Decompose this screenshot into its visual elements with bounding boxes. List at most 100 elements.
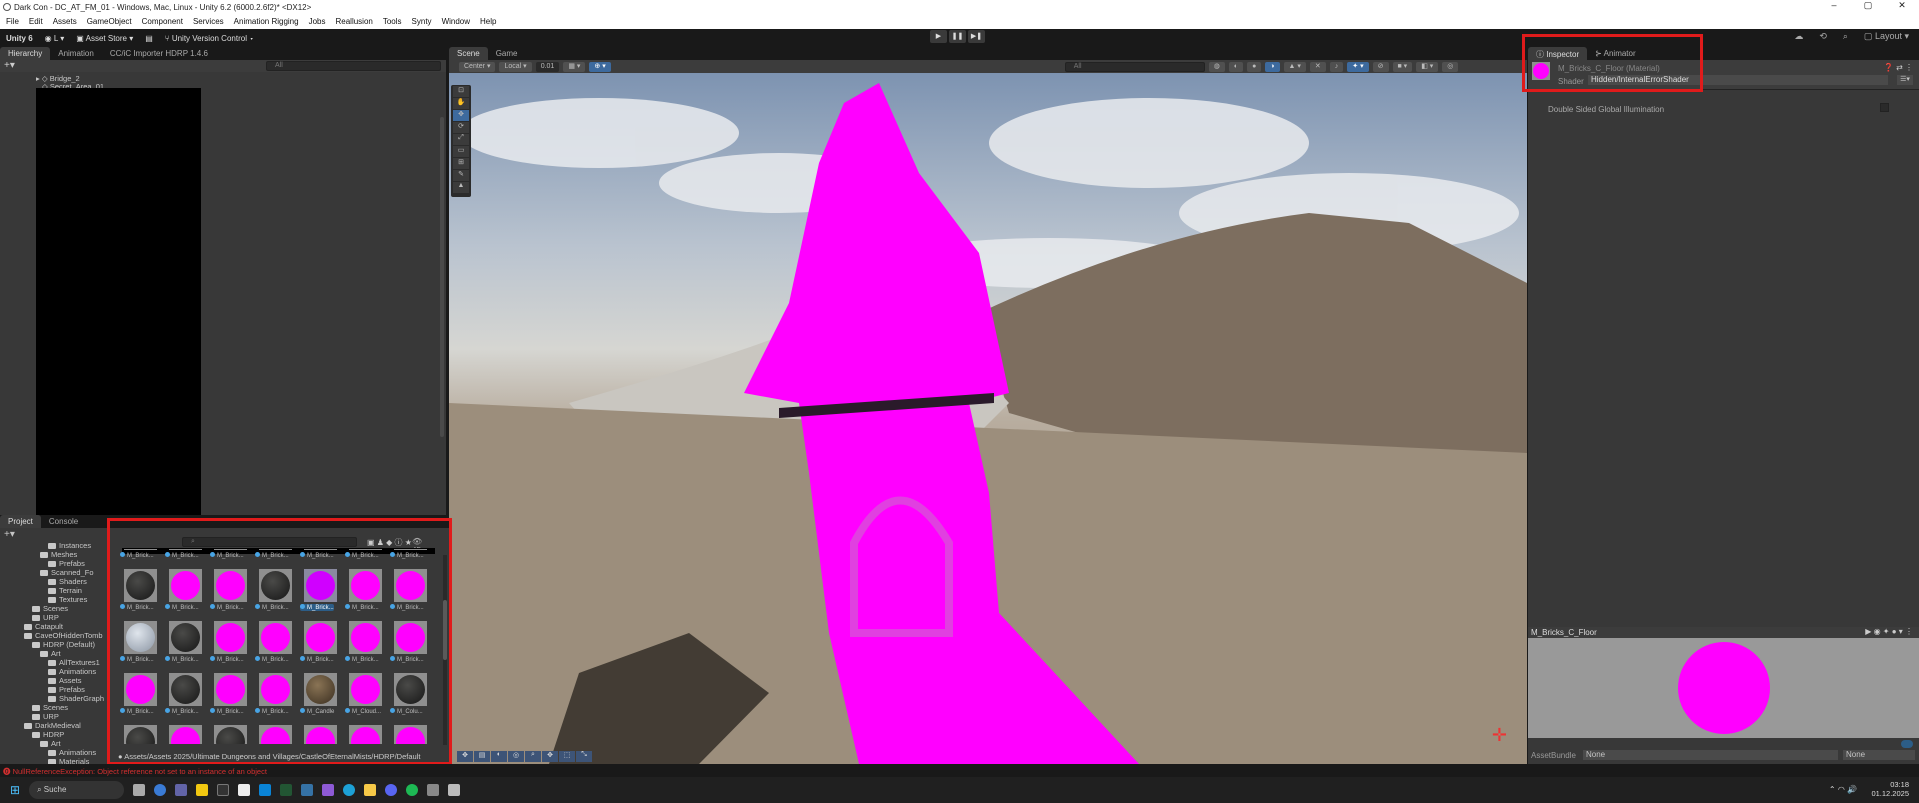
rotate-tool[interactable]: ⟳ [453, 122, 469, 133]
menu-item[interactable]: Services [193, 17, 224, 27]
overlay-tool[interactable]: ◐ [491, 751, 507, 762]
windows-start-icon[interactable]: ⊞ [10, 783, 20, 797]
discord-icon[interactable] [385, 784, 398, 796]
menu-item[interactable]: Reallusion [336, 17, 373, 27]
effects-dropdown[interactable]: ✦ ▾ [1347, 61, 1369, 72]
scale-tool[interactable]: ⤢ [453, 134, 469, 145]
camera-dropdown[interactable]: ■ ▾ [1392, 61, 1413, 72]
tab-game[interactable]: Game [488, 47, 526, 60]
play-button[interactable]: ▶ [930, 30, 947, 43]
minimize-button[interactable]: – [1817, 0, 1851, 15]
lit-button[interactable]: ◑ [1265, 61, 1280, 72]
hierarchy-search[interactable]: All [266, 61, 441, 71]
move-tool[interactable]: ✥ [453, 110, 469, 121]
package-icon[interactable]: ▤ [145, 34, 153, 43]
gizmos-dropdown[interactable]: ◧ ▾ [1416, 61, 1439, 72]
tab-console[interactable]: Console [41, 515, 86, 528]
tray-icons[interactable]: ⌃ ◠ 🔊 [1829, 785, 1857, 794]
overlay-tool[interactable]: ▤ [474, 751, 490, 762]
shaded-wire-button[interactable]: ◐ [1228, 61, 1244, 72]
menu-item[interactable]: GameObject [87, 17, 132, 27]
tab-scene[interactable]: Scene [449, 47, 488, 60]
material-preview[interactable] [1528, 638, 1919, 738]
menu-item[interactable]: Assets [53, 17, 77, 27]
explorer-icon[interactable] [364, 784, 377, 796]
menu-item[interactable]: Help [480, 17, 496, 27]
lighting-toggle[interactable]: ✕ [1309, 61, 1326, 72]
spotify-icon[interactable] [406, 784, 419, 796]
menu-item[interactable]: Synty [412, 17, 432, 27]
hierarchy-scrollbar[interactable] [440, 117, 444, 437]
wireframe-button[interactable]: ◍ [1208, 61, 1225, 72]
overlay-tool[interactable]: ✥ [457, 751, 473, 762]
tab-cc-importer[interactable]: CC/iC Importer HDRP 1.4.6 [102, 47, 216, 60]
view-tool[interactable]: ⊡ [453, 86, 469, 97]
account-dropdown[interactable]: ◉ L ▾ [45, 34, 65, 43]
store-icon[interactable] [238, 784, 251, 796]
add-button[interactable]: +▾ [4, 60, 15, 71]
terminal-icon[interactable] [217, 784, 230, 796]
hidden-objects-toggle[interactable]: ⊘ [1372, 61, 1389, 72]
step-button[interactable]: ▶❚ [968, 30, 985, 43]
custom-tool[interactable]: ✎ [453, 170, 469, 181]
audio-toggle[interactable]: ♪ [1329, 61, 1344, 72]
close-button[interactable]: ✕ [1885, 0, 1919, 15]
rect-tool[interactable]: ▭ [453, 146, 469, 157]
overlay-tool[interactable]: ⬚ [559, 751, 575, 762]
edge-icon[interactable] [343, 784, 356, 796]
menu-item[interactable]: Window [442, 17, 470, 27]
nvidia-icon[interactable] [280, 784, 293, 796]
hand-tool[interactable]: ✋ [453, 98, 469, 109]
scene-viewport[interactable]: ⊡ ✋ ✥ ⟳ ⤢ ▭ ⊞ ✎ ▲ ✥ ▤ ◐ ◎ ⌕ ✥ ⬚ ⤡ ✛ [449, 73, 1527, 764]
notes-icon[interactable] [196, 784, 209, 796]
increment-snap-button[interactable]: ⊕ ▾ [589, 61, 611, 72]
menu-item[interactable]: Jobs [309, 17, 326, 27]
scene-search[interactable]: All [1064, 61, 1205, 72]
draw-mode-dropdown[interactable]: ▲ ▾ [1283, 61, 1306, 72]
layout-dropdown[interactable]: ▢ Layout ▾ [1864, 31, 1909, 42]
header-icons[interactable]: ❓ ⇄ ⋮ [1884, 63, 1913, 72]
menu-item[interactable]: Edit [29, 17, 43, 27]
visual-studio-icon[interactable] [322, 784, 335, 796]
double-sided-gi-checkbox[interactable] [1880, 103, 1889, 112]
tab-animation[interactable]: Animation [50, 47, 102, 60]
tab-project[interactable]: Project [0, 515, 41, 528]
terrain-tool[interactable]: ▲ [453, 182, 469, 193]
history-icon[interactable]: ⟲ [1819, 31, 1827, 42]
teams-icon[interactable] [175, 784, 188, 796]
overlay-tool[interactable]: ⌕ [525, 751, 541, 762]
status-bar[interactable]: ⓿ NullReferenceException: Object referen… [0, 764, 1919, 777]
unity-editor-icon[interactable] [448, 784, 461, 796]
menu-item[interactable]: Component [142, 17, 183, 27]
transform-tool[interactable]: ⊞ [453, 158, 469, 169]
project-folder[interactable]: Materials [48, 756, 89, 764]
python-icon[interactable] [301, 784, 314, 796]
snap-input[interactable]: 0.01 [535, 61, 560, 72]
overlay-tool[interactable]: ◎ [508, 751, 524, 762]
preview-controls[interactable]: ▶ ◉ ✦ ● ▾ ⋮ [1865, 627, 1913, 636]
tab-hierarchy[interactable]: Hierarchy [0, 47, 51, 60]
app-icon[interactable] [259, 784, 272, 796]
label-icon[interactable] [1901, 740, 1913, 748]
maximize-button[interactable]: ▢ [1851, 0, 1885, 15]
grid-snap-button[interactable]: ▦ ▾ [563, 61, 586, 72]
pause-button[interactable]: ❚❚ [949, 30, 966, 43]
version-control-button[interactable]: ⑂ Unity Version Control ▾ [165, 34, 254, 43]
taskbar-search[interactable]: ⌕ Suche [29, 781, 125, 799]
unity-hub-icon[interactable] [427, 784, 440, 796]
assetbundle-dropdown[interactable]: None [1583, 750, 1838, 760]
space-dropdown[interactable]: Local ▾ [499, 61, 532, 72]
pivot-dropdown[interactable]: Center ▾ [459, 61, 496, 72]
menu-item[interactable]: Tools [383, 17, 402, 27]
menu-item[interactable]: Animation Rigging [234, 17, 299, 27]
unity-account-button[interactable]: Unity 6 [6, 34, 33, 43]
globe-button[interactable]: ◎ [1442, 61, 1459, 72]
search-icon[interactable]: ⌕ [1843, 31, 1848, 42]
cloud-icon[interactable]: ☁ [1794, 31, 1803, 42]
clock[interactable]: 03:18 01.12.2025 [1871, 780, 1909, 798]
task-view-icon[interactable] [133, 784, 146, 796]
orientation-gizmo[interactable]: ✛ [1492, 725, 1507, 746]
create-button[interactable]: +▾ [4, 529, 15, 540]
asset-store-button[interactable]: ▣ Asset Store ▾ [76, 34, 133, 43]
assetbundle-variant-dropdown[interactable]: None [1843, 750, 1915, 760]
